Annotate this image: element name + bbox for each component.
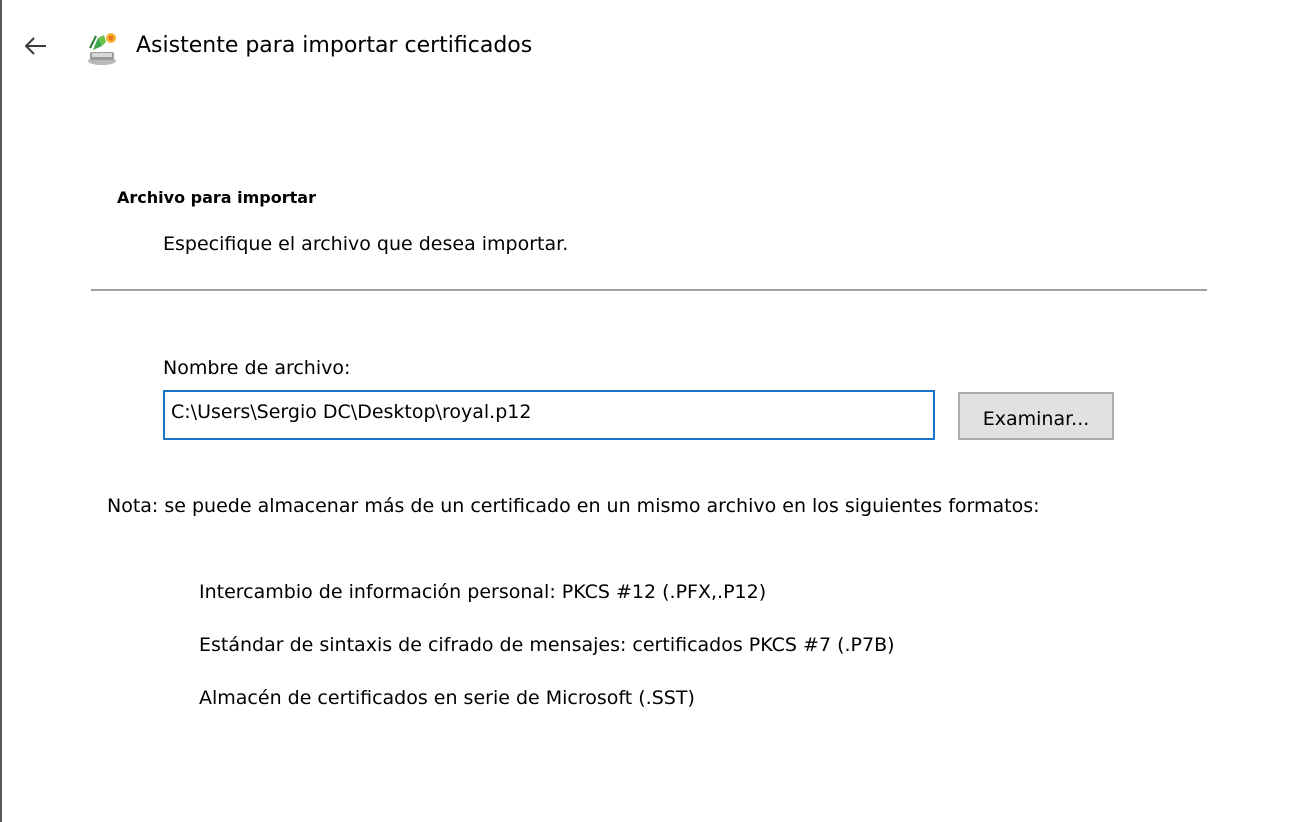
page-subheading: Especifique el archivo que desea importa…	[163, 233, 569, 255]
back-button[interactable]	[18, 28, 54, 64]
certificate-wizard-icon	[84, 28, 124, 68]
certificate-import-wizard: Asistente para importar certificados Arc…	[0, 0, 1289, 822]
wizard-title: Asistente para importar certificados	[136, 33, 533, 58]
format-item-pfx: Intercambio de información personal: PKC…	[199, 581, 767, 603]
formats-note: Nota: se puede almacenar más de un certi…	[107, 495, 1040, 517]
window-left-edge	[0, 0, 2, 822]
formats-list: Intercambio de información personal: PKC…	[199, 578, 895, 737]
file-name-input[interactable]	[163, 390, 935, 440]
arrow-left-icon	[25, 37, 46, 55]
browse-button[interactable]: Examinar...	[958, 392, 1114, 440]
header-divider	[91, 289, 1207, 291]
file-name-label: Nombre de archivo:	[163, 357, 351, 379]
format-item-p7b: Estándar de sintaxis de cifrado de mensa…	[199, 634, 895, 656]
page-heading: Archivo para importar	[117, 188, 316, 207]
format-item-sst: Almacén de certificados en serie de Micr…	[199, 687, 695, 709]
